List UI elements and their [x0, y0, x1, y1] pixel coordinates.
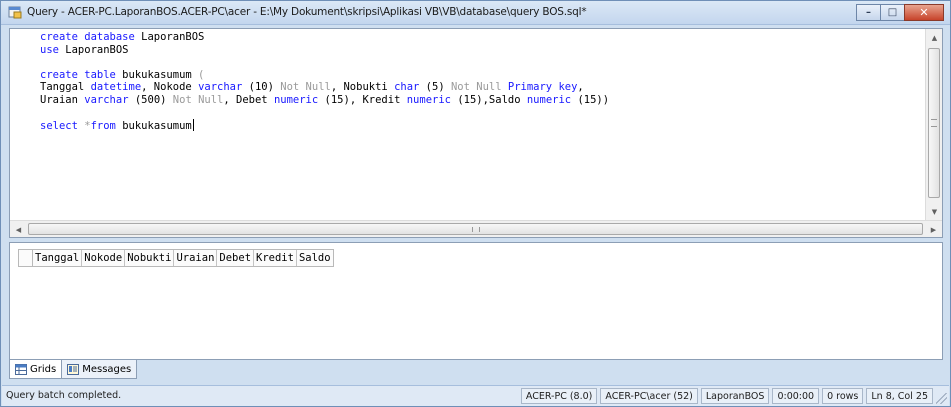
code-token: , Debet	[223, 93, 274, 106]
status-row-count: 0 rows	[822, 388, 864, 404]
results-grid[interactable]: Tanggal Nokode Nobukti Uraian Debet Kredit Sal…	[9, 242, 943, 360]
code-token: *	[77, 120, 91, 133]
code-token: bukukasumum	[115, 68, 199, 81]
code-token: create table	[40, 68, 116, 81]
column-header-saldo[interactable]: Saldo	[296, 250, 333, 266]
grid-corner	[18, 249, 32, 267]
status-message: Query batch completed.	[6, 390, 122, 401]
code-token: (15), Kredit	[318, 93, 407, 106]
tab-messages[interactable]: Messages	[61, 360, 138, 379]
maximize-icon: □	[887, 6, 898, 18]
title-bar[interactable]: Query - ACER-PC.LaporanBOS.ACER-PC\acer …	[1, 1, 950, 25]
code-token: ,	[577, 81, 584, 94]
grid-header-row: Tanggal Nokode Nobukti Uraian Debet Kredit Sal…	[32, 249, 334, 267]
column-header-tanggal[interactable]: Tanggal	[33, 250, 83, 266]
code-token: Tanggal	[40, 81, 91, 94]
resize-grip-icon[interactable]	[936, 393, 947, 404]
code-token: (15))	[571, 93, 610, 106]
code-line[interactable]	[40, 56, 609, 69]
messages-icon	[67, 363, 80, 375]
minimize-icon: –	[866, 6, 871, 18]
code-token: , Nokode	[141, 81, 199, 94]
query-document-icon	[8, 6, 22, 19]
grid-icon	[15, 363, 27, 375]
status-server: ACER-PC (8.0)	[520, 388, 598, 404]
code-token: char	[394, 81, 420, 94]
status-cursor-position: Ln 8, Col 25	[866, 388, 933, 404]
code-token: , Nobukti	[330, 81, 395, 94]
scroll-up-icon[interactable]: ▲	[926, 29, 943, 46]
code-token: numeric	[526, 93, 572, 106]
code-token: (15),Saldo	[451, 93, 527, 106]
status-user: ACER-PC\acer (52)	[600, 388, 698, 404]
code-line[interactable]: use LaporanBOS	[40, 44, 609, 57]
code-line[interactable]: select *from bukukasumum	[40, 119, 609, 132]
code-line[interactable]: create table bukukasumum (	[40, 69, 609, 82]
maximize-button[interactable]: □	[880, 4, 905, 21]
code-token: bukukasumum	[115, 120, 192, 133]
code-token: Not Null	[172, 93, 224, 106]
results-tabs: Grids Messages	[9, 360, 138, 380]
tab-label: Grids	[30, 363, 57, 375]
horizontal-scroll-thumb[interactable]	[28, 223, 923, 235]
code-token: LaporanBOS	[134, 31, 205, 43]
tab-grids[interactable]: Grids	[9, 360, 63, 379]
code-line[interactable]: Uraian varchar (500) Not Null, Debet num…	[40, 94, 609, 107]
column-header-uraian[interactable]: Uraian	[174, 250, 218, 266]
code-token: create database	[40, 31, 135, 43]
sql-editor[interactable]: create database LaporanBOS use LaporanBOS…	[9, 28, 943, 238]
code-token: use	[40, 43, 59, 56]
code-token: (10)	[242, 81, 281, 94]
minimize-button[interactable]: –	[856, 4, 881, 21]
code-token: from	[90, 120, 116, 133]
close-icon: ✕	[919, 6, 929, 19]
code-token: Uraian	[40, 93, 85, 106]
code-token: Not Null	[280, 81, 331, 94]
code-line[interactable]: create database LaporanBOS	[40, 31, 609, 44]
text-caret	[192, 119, 194, 132]
code-line[interactable]	[40, 107, 609, 120]
scroll-left-icon[interactable]: ◀	[10, 221, 27, 238]
column-header-nobukti[interactable]: Nobukti	[125, 250, 175, 266]
query-window: Query - ACER-PC.LaporanBOS.ACER-PC\acer …	[0, 0, 951, 407]
scroll-right-icon[interactable]: ▶	[925, 221, 942, 238]
column-header-debet[interactable]: Debet	[217, 250, 255, 266]
sql-code[interactable]: create database LaporanBOS use LaporanBOS…	[40, 31, 609, 132]
code-token: (500)	[128, 93, 173, 106]
window-title: Query - ACER-PC.LaporanBOS.ACER-PC\acer …	[27, 6, 587, 18]
code-token: varchar	[198, 81, 243, 94]
tab-label: Messages	[82, 363, 132, 375]
scroll-down-icon[interactable]: ▼	[926, 203, 943, 220]
window-controls: – □ ✕	[856, 4, 944, 22]
column-header-nokode[interactable]: Nokode	[82, 250, 126, 266]
code-token: varchar	[84, 93, 129, 106]
code-token: (5)	[419, 81, 451, 94]
code-token: numeric	[406, 93, 451, 106]
vertical-scroll-thumb[interactable]	[928, 48, 940, 198]
status-database: LaporanBOS	[700, 388, 770, 404]
code-line[interactable]: Tanggal datetime, Nokode varchar (10) No…	[40, 81, 609, 94]
code-token: select	[40, 120, 78, 133]
editor-horizontal-scrollbar[interactable]: ◀ ▶	[10, 220, 942, 237]
code-token: Primary key	[507, 81, 578, 94]
code-token: LaporanBOS	[58, 43, 129, 56]
column-header-kredit[interactable]: Kredit	[254, 250, 297, 266]
code-token: (	[198, 68, 205, 81]
editor-vertical-scrollbar[interactable]: ▲ ▼	[925, 29, 942, 220]
status-bar: Query batch completed. ACER-PC (8.0) ACER…	[2, 385, 949, 406]
code-token: datetime	[90, 81, 142, 94]
status-panels: ACER-PC (8.0) ACER-PC\acer (52) LaporanBOS…	[518, 388, 933, 404]
code-token: numeric	[273, 93, 319, 106]
code-token: Not Null	[450, 81, 502, 94]
status-elapsed-time: 0:00:00	[772, 388, 820, 404]
close-button[interactable]: ✕	[904, 4, 944, 21]
